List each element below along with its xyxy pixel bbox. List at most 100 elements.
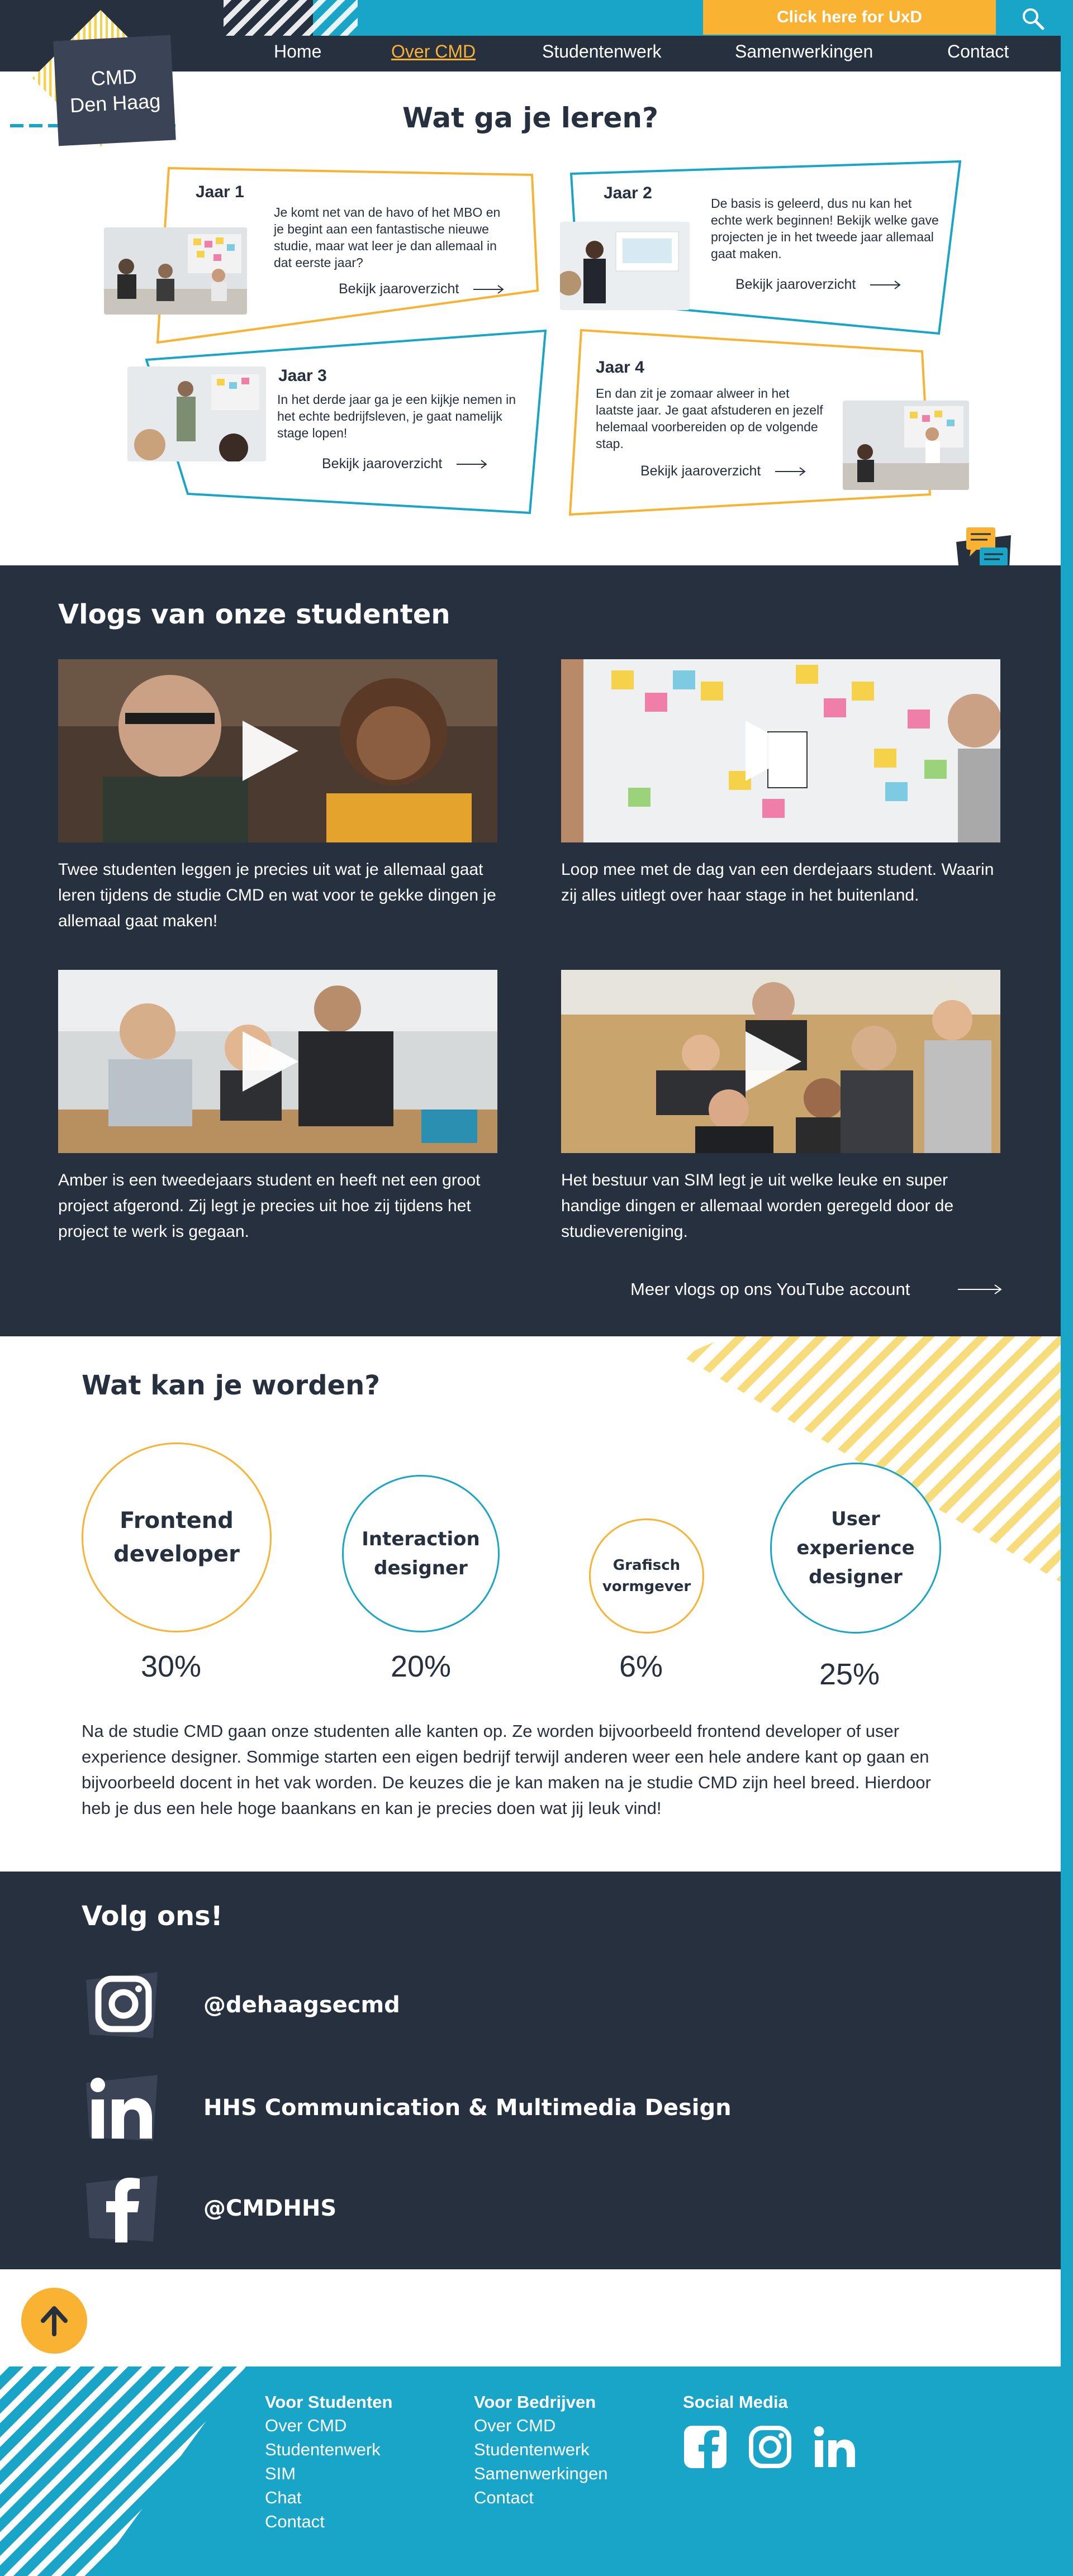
year-card-3[interactable]: Jaar 3 In het derde jaar ga je een kijkj…	[127, 328, 552, 518]
linkedin-icon[interactable]	[82, 2072, 162, 2144]
vlog-1-description: Twee studenten leggen je precies uit wat…	[58, 860, 496, 930]
year-card-2[interactable]: Jaar 2 De basis is geleerd, dus nu kan h…	[559, 159, 967, 338]
footer-link-studentenwerk[interactable]: Studentenwerk	[474, 2437, 608, 2461]
career-1-percent: 30%	[140, 1650, 202, 1683]
arrow-right-icon	[870, 280, 901, 289]
footer-link-sim[interactable]: SIM	[265, 2461, 392, 2485]
vlog-1-thumbnail[interactable]	[58, 659, 497, 842]
nav-samenwerkingen[interactable]: Samenwerkingen	[735, 41, 873, 62]
more-vlogs-link[interactable]: Meer vlogs op ons YouTube account	[630, 1279, 1003, 1299]
footer-link-contact[interactable]: Contact	[265, 2510, 392, 2534]
instagram-handle: @dehaagsecmd	[203, 1992, 400, 2018]
year-1-label: Jaar 1	[196, 183, 244, 201]
vlog-2-thumbnail[interactable]	[561, 659, 1000, 842]
year-1-link-label: Bekijk jaaroverzicht	[339, 281, 459, 297]
top-bar-stripes	[224, 0, 358, 36]
year-4-link[interactable]: Bekijk jaaroverzicht	[640, 463, 806, 479]
year-1-photo	[104, 227, 247, 315]
year-3-label: Jaar 3	[278, 366, 327, 385]
arrow-up-icon	[41, 2306, 68, 2336]
social-row-linkedin[interactable]: HHS Communication & Multimedia Design	[82, 2072, 732, 2144]
play-icon	[746, 1031, 801, 1092]
career-interaction-designer[interactable]: Interaction designer	[342, 1475, 500, 1632]
year-2-link[interactable]: Bekijk jaaroverzicht	[735, 277, 901, 293]
year-4-label: Jaar 4	[596, 358, 644, 377]
social-row-facebook[interactable]: @CMDHHS	[82, 2172, 336, 2245]
vlogs-title: Vlogs van onze studenten	[58, 599, 450, 630]
scroll-to-top-button[interactable]	[21, 2288, 87, 2354]
footer-col-studenten: Voor Studenten Over CMD Studentenwerk SI…	[265, 2392, 392, 2534]
career-4-percent: 25%	[819, 1658, 880, 1691]
logo-line-1: CMD	[90, 64, 137, 91]
vlog-3-description: Amber is een tweedejaars student en heef…	[58, 1171, 481, 1241]
play-icon	[243, 721, 298, 781]
year-4-photo	[843, 401, 969, 490]
career-2-percent: 20%	[390, 1650, 452, 1683]
vlog-card-3[interactable]: Amber is een tweedejaars student en heef…	[58, 970, 497, 1245]
year-3-text: In het derde jaar ga je een kijkje nemen…	[277, 392, 516, 440]
year-1-text: Je komt net van de havo of het MBO en je…	[274, 205, 501, 270]
nav-over-cmd[interactable]: Over CMD	[391, 41, 476, 62]
footer-social-icons	[683, 2425, 857, 2469]
facebook-handle: @CMDHHS	[203, 2196, 337, 2221]
logo-line-2: Den Haag	[69, 89, 162, 117]
footer-link-chat[interactable]: Chat	[265, 2485, 392, 2510]
play-icon	[243, 1031, 298, 1092]
footer-link-over-cmd[interactable]: Over CMD	[265, 2413, 392, 2437]
arrow-right-icon	[473, 284, 504, 294]
top-bar: Click here for UxD	[0, 0, 1073, 36]
instagram-icon[interactable]	[748, 2425, 792, 2469]
nav-studentenwerk[interactable]: Studentenwerk	[542, 41, 661, 62]
year-3-photo	[127, 366, 266, 461]
social-row-instagram[interactable]: @dehaagsecmd	[82, 1969, 400, 2041]
year-card-1[interactable]: Jaar 1 Je komt net van de havo of het MB…	[102, 165, 549, 349]
footer-stripes	[0, 2367, 246, 2576]
footer-link-studentenwerk[interactable]: Studentenwerk	[265, 2437, 392, 2461]
instagram-icon[interactable]	[82, 1969, 162, 2041]
footer-link-contact[interactable]: Contact	[474, 2485, 608, 2510]
vlog-3-thumbnail[interactable]	[58, 970, 497, 1153]
footer-col-social: Social Media	[683, 2392, 788, 2413]
nav-home[interactable]: Home	[274, 41, 321, 62]
career-ux-designer[interactable]: User experience designer	[770, 1463, 941, 1634]
vlog-card-4[interactable]: Het bestuur van SIM legt je uit welke le…	[561, 970, 1000, 1245]
arrow-right-icon	[958, 1284, 1003, 1294]
careers-description: Na de studie CMD gaan onze studenten all…	[82, 1721, 931, 1818]
footer-heading-social: Social Media	[683, 2392, 788, 2412]
vlog-card-2[interactable]: Loop mee met de dag van een derdejaars s…	[561, 659, 1000, 908]
year-card-4[interactable]: Jaar 4 En dan zit je zomaar alweer in he…	[564, 327, 972, 517]
arrow-right-icon	[457, 459, 487, 469]
vlog-4-thumbnail[interactable]	[561, 970, 1000, 1153]
search-icon	[1023, 8, 1044, 30]
year-4-text: En dan zit je zomaar alweer in het laats…	[596, 386, 823, 451]
year-2-text: De basis is geleerd, dus nu kan het echt…	[711, 196, 939, 261]
careers-title: Wat kan je worden?	[82, 1370, 381, 1401]
search-button[interactable]	[1016, 3, 1050, 34]
career-frontend-developer[interactable]: Frontend developer	[82, 1442, 272, 1632]
footer-link-samenwerkingen[interactable]: Samenwerkingen	[474, 2461, 608, 2485]
facebook-icon[interactable]	[82, 2172, 162, 2245]
year-2-label: Jaar 2	[604, 184, 652, 202]
year-2-photo	[560, 222, 690, 310]
year-3-link-label: Bekijk jaaroverzicht	[322, 456, 443, 472]
career-4-name: User experience designer	[796, 1508, 915, 1588]
footer-heading-bedrijven: Voor Bedrijven	[474, 2392, 596, 2412]
footer-link-over-cmd[interactable]: Over CMD	[474, 2413, 608, 2437]
year-1-link[interactable]: Bekijk jaaroverzicht	[339, 281, 505, 297]
arrow-right-icon	[775, 466, 806, 476]
facebook-icon[interactable]	[683, 2425, 728, 2469]
nav-contact[interactable]: Contact	[947, 41, 1009, 62]
logo[interactable]: CMD Den Haag	[53, 35, 176, 146]
linkedin-icon[interactable]	[813, 2425, 857, 2469]
career-3-percent: 6%	[619, 1650, 663, 1683]
career-1-name: Frontend developer	[113, 1508, 240, 1567]
uxd-button[interactable]: Click here for UxD	[703, 0, 996, 35]
footer-col-bedrijven: Voor Bedrijven Over CMD Studentenwerk Sa…	[474, 2392, 608, 2510]
vlog-4-description: Het bestuur van SIM legt je uit welke le…	[561, 1171, 954, 1241]
right-edge-band	[1061, 0, 1073, 2576]
year-3-link[interactable]: Bekijk jaaroverzicht	[322, 456, 488, 472]
vlog-2-description: Loop mee met de dag van een derdejaars s…	[561, 860, 994, 904]
vlog-card-1[interactable]: Twee studenten leggen je precies uit wat…	[58, 659, 497, 934]
career-3-name: Grafisch vormgever	[602, 1557, 691, 1595]
career-grafisch-vormgever[interactable]: Grafisch vormgever	[589, 1518, 704, 1634]
